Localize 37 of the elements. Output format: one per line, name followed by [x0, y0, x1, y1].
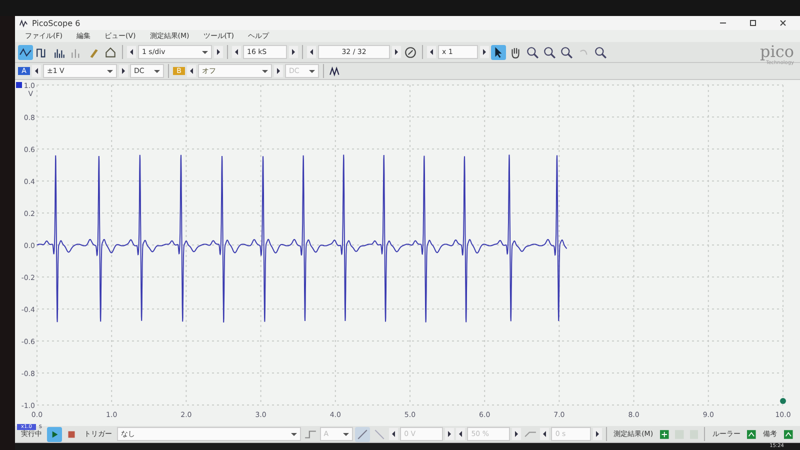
- arrow-right-button[interactable]: [392, 46, 401, 58]
- maximize-button[interactable]: [748, 18, 758, 28]
- arrow-right-button[interactable]: [512, 428, 522, 440]
- arrow-right-button[interactable]: [480, 46, 489, 58]
- play-icon[interactable]: [47, 426, 62, 442]
- zoom-icon[interactable]: [559, 44, 574, 60]
- zoom-icon[interactable]: [525, 44, 540, 60]
- ruler-handle[interactable]: [780, 398, 786, 404]
- rising-edge-icon[interactable]: [355, 426, 370, 442]
- arrow-left-button[interactable]: [127, 46, 136, 58]
- notes-toggle-icon[interactable]: [784, 430, 793, 438]
- arrow-left-button[interactable]: [456, 428, 466, 440]
- arrow-right-button[interactable]: [289, 46, 298, 58]
- home-icon[interactable]: [103, 44, 118, 60]
- app-icon: [19, 18, 28, 28]
- zoom-icon[interactable]: [542, 44, 557, 60]
- arrow-left-button[interactable]: [427, 46, 436, 58]
- compass-icon[interactable]: [403, 44, 418, 60]
- pointer-icon[interactable]: [491, 44, 506, 60]
- arrow-left-button[interactable]: [389, 428, 398, 440]
- arrow-right-button[interactable]: [274, 65, 283, 77]
- ruler-settings-icon[interactable]: [747, 430, 756, 438]
- add-icon[interactable]: [660, 430, 669, 438]
- scope-mode-icon[interactable]: [18, 44, 33, 60]
- arrow-left-button[interactable]: [540, 428, 550, 440]
- zoom-icon[interactable]: [593, 44, 608, 60]
- arrow-left-button[interactable]: [32, 65, 41, 77]
- arrow-right-button[interactable]: [214, 46, 223, 58]
- arrow-left-button[interactable]: [187, 65, 196, 77]
- channel-marker[interactable]: [16, 82, 22, 88]
- arrow-right-button[interactable]: [119, 65, 128, 77]
- close-button[interactable]: [778, 18, 788, 28]
- arrow-left-button[interactable]: [232, 46, 241, 58]
- arrow-right-button[interactable]: [592, 428, 602, 440]
- arrow-right-button[interactable]: [445, 428, 454, 440]
- window-title: PicoScope 6: [32, 18, 80, 28]
- arrow-left-button[interactable]: [307, 46, 316, 58]
